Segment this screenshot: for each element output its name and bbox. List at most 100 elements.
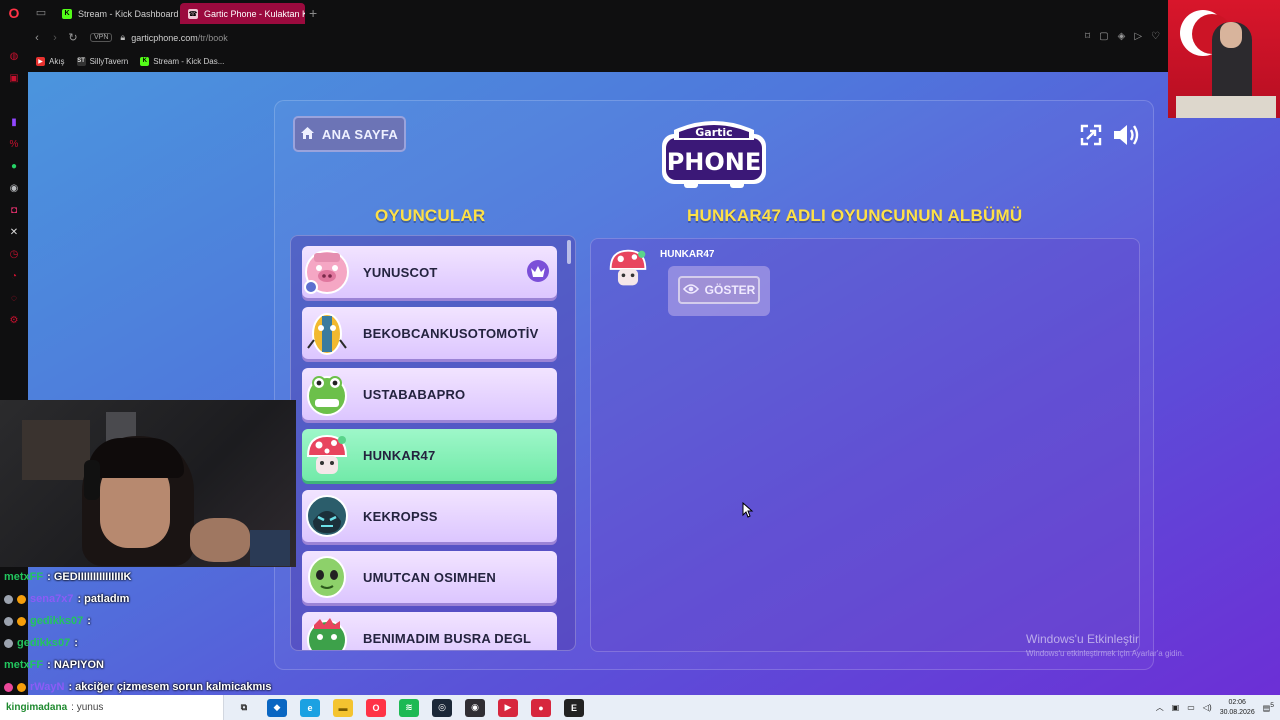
browser-tabbar: O ▭ K Stream - Kick Dashboard ☎ Gartic P…	[0, 0, 1168, 25]
crown-icon	[527, 260, 549, 282]
opera-logo-icon[interactable]: O	[0, 0, 28, 25]
bookmark-kick[interactable]: K Stream - Kick Das...	[140, 56, 224, 66]
bookmark-icon[interactable]: ⌑	[1085, 31, 1090, 42]
tab-menu-icon[interactable]: ▭	[28, 0, 54, 25]
shield-icon[interactable]: ◈	[1118, 31, 1126, 42]
player-name: BEKOBCANKUSOTOMOTİV	[363, 325, 539, 341]
home-icon	[300, 126, 314, 142]
player-name: USTABABAPRO	[363, 386, 466, 402]
sidebar-clock-icon[interactable]: ◔	[0, 265, 28, 287]
forward-icon[interactable]: ›	[46, 32, 64, 44]
fullscreen-icon[interactable]	[1080, 124, 1102, 146]
portrait-podium	[1176, 96, 1276, 118]
taskbar-apps: ⧉ ◆ e ▬ O ≋ ◎ ◉ ▶ ● E	[234, 698, 584, 717]
discord-icon[interactable]: ◉	[0, 177, 28, 199]
player-card-selected[interactable]: HUNKAR47	[302, 429, 557, 481]
player-card[interactable]: BENIMADIM BUSRA DEGL	[302, 612, 557, 650]
address-bar: ‹ › ↻ VPN 🔒︎ garticphone.com/tr/book ⌑ ▢…	[28, 25, 1168, 50]
network-icon[interactable]: ▭	[1187, 703, 1195, 712]
media-icon[interactable]: ▶	[498, 698, 518, 717]
task-view-icon[interactable]: ⧉	[234, 699, 254, 717]
badge-icon	[4, 682, 13, 692]
bookmarks-bar: ▶ Akış ST SillyTavern K Stream - Kick Das..…	[28, 50, 1168, 72]
player-card[interactable]: UMUTCAN OSIMHEN	[302, 551, 557, 603]
beetle-avatar-icon	[307, 313, 347, 355]
eye-icon	[682, 283, 699, 298]
taskbar-clock[interactable]: 02:06 30.08.2026	[1220, 698, 1255, 718]
windows-activate-subtitle: Windows'u etkinleştirmek için Ayarlar'a …	[1026, 649, 1185, 658]
folder-icon[interactable]: ▬	[333, 698, 353, 717]
chat-message: metxFF : GEDIIIIIIIIIIIIIIIK	[4, 571, 132, 583]
sidebar-percent-icon[interactable]: %	[0, 133, 28, 155]
heart-icon[interactable]: ♡	[1151, 31, 1160, 42]
volume-icon[interactable]	[1112, 122, 1140, 148]
tab-kick-dashboard[interactable]: K Stream - Kick Dashboard	[54, 3, 180, 24]
gartic-icon: ☎	[188, 8, 198, 19]
opera-icon[interactable]: O	[366, 698, 386, 717]
vpn-badge[interactable]: VPN	[90, 33, 113, 42]
reload-icon[interactable]: ↻	[64, 31, 82, 44]
chat-message: sena7x7 : patladım	[0, 588, 300, 610]
bookmark-akis[interactable]: ▶ Akış	[36, 56, 65, 66]
players-list[interactable]: YUNUSCOT BEKOBCANKUSOTOMOTİV USTABABAPRO…	[290, 235, 576, 651]
alien-avatar-icon	[308, 556, 346, 598]
tray-app-icon[interactable]: ▣	[1172, 703, 1180, 712]
steam-icon[interactable]: ◎	[432, 698, 452, 717]
obs-icon[interactable]: ◉	[465, 698, 485, 717]
tab-label: Gartic Phone - Kulaktan Ku	[204, 8, 305, 19]
svg-text:PHONE: PHONE	[667, 148, 762, 176]
lock-icon: 🔒︎	[120, 32, 126, 42]
sidebar-history-icon[interactable]: ◷	[0, 243, 28, 265]
mouse-cursor-icon	[742, 502, 754, 518]
flag-portrait-overlay	[1168, 0, 1280, 118]
taskbar-search[interactable]: kingimadana : yunus	[0, 695, 224, 720]
badge-icon	[4, 638, 13, 648]
players-title: OYUNCULAR	[375, 206, 486, 225]
badge-icon	[17, 594, 26, 604]
tray-chevron-icon[interactable]: ︿	[1156, 702, 1164, 713]
badge-icon	[4, 594, 13, 604]
player-card[interactable]: KEKROPSS	[302, 490, 557, 542]
edge-icon[interactable]: e	[300, 698, 320, 717]
home-button[interactable]: ANA SAYFA	[293, 116, 406, 152]
new-tab-button[interactable]: +	[309, 5, 317, 21]
instagram-icon[interactable]: ◘	[0, 199, 28, 221]
player-name: HUNKAR47	[363, 447, 436, 463]
home-label: ANA SAYFA	[321, 126, 399, 142]
play-icon[interactable]: ▷	[1134, 31, 1142, 42]
player-card[interactable]: USTABABAPRO	[302, 368, 557, 420]
webcam-wall-frame	[22, 420, 90, 480]
webcam-plush-toy	[190, 518, 250, 562]
whatsapp-icon[interactable]: ●	[0, 155, 28, 177]
snapshot-icon[interactable]: ▢	[1099, 31, 1108, 42]
show-button[interactable]: GÖSTER	[678, 276, 760, 304]
spotify-icon[interactable]: ≋	[399, 698, 419, 717]
url-field[interactable]: garticphone.com/tr/book	[131, 33, 228, 43]
chat-message: gedikks07 :	[0, 632, 300, 654]
x-icon[interactable]: ✕	[0, 221, 28, 243]
twitch-icon[interactable]: ▮	[0, 111, 28, 133]
record-icon[interactable]: ●	[531, 698, 551, 717]
player-name: KEKROPSS	[363, 508, 438, 524]
chat-message: gedikks07 :	[0, 610, 300, 632]
sidebar-settings-icon[interactable]: ⚙	[0, 309, 28, 331]
copilot-icon[interactable]: ◆	[267, 698, 287, 717]
notifications-icon[interactable]: ▤5	[1263, 702, 1274, 713]
show-label: GÖSTER	[704, 283, 756, 297]
album-author-name: HUNKAR47	[660, 249, 715, 260]
player-card[interactable]: YUNUSCOT	[302, 246, 557, 298]
tab-gartic-phone[interactable]: ☎ Gartic Phone - Kulaktan Ku	[180, 3, 305, 24]
webcam-pc	[250, 530, 290, 566]
sidebar-music-icon[interactable]: ▣	[0, 67, 28, 89]
player-card[interactable]: BEKOBCANKUSOTOMOTİV	[302, 307, 557, 359]
sidebar-ai-icon[interactable]: ◌	[0, 287, 28, 309]
bookmark-sillytavern[interactable]: ST SillyTavern	[76, 56, 128, 66]
windows-taskbar: kingimadana : yunus ⧉ ◆ e ▬ O ≋ ◎ ◉ ▶ ● …	[0, 695, 1280, 720]
players-scrollbar[interactable]	[567, 240, 571, 264]
back-icon[interactable]: ‹	[28, 32, 46, 44]
epic-games-icon[interactable]: E	[564, 698, 584, 717]
volume-tray-icon[interactable]: ◁)	[1203, 703, 1212, 712]
sidebar-messenger-icon[interactable]: ◍	[0, 45, 28, 67]
frog-avatar-icon	[307, 376, 347, 416]
